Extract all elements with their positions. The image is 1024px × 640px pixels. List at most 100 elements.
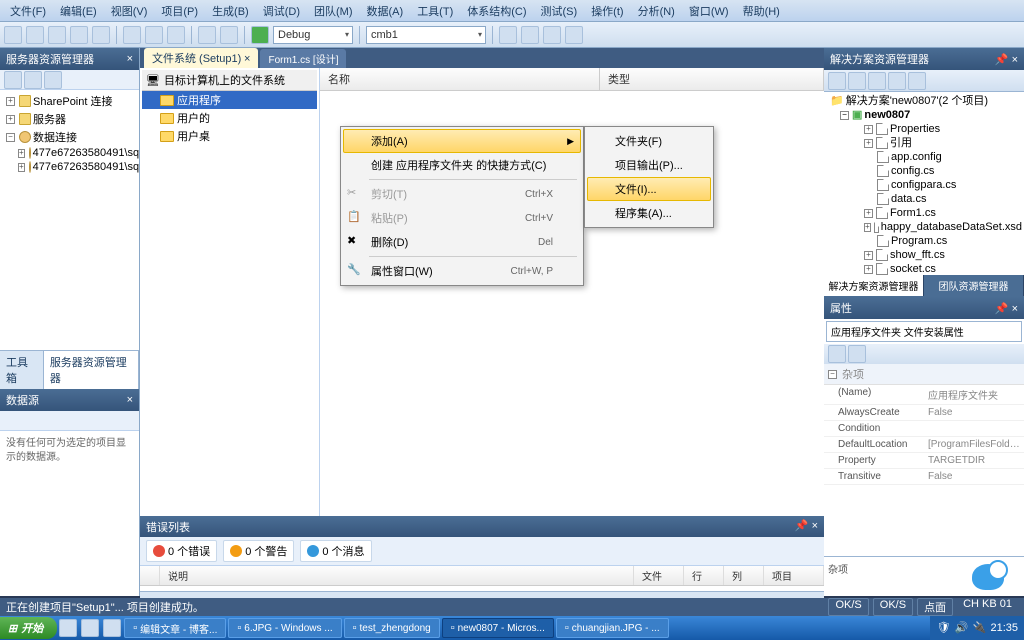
stop-icon[interactable]: [44, 71, 62, 89]
sol-file-node[interactable]: +happy_databaseDataSet.xsd: [826, 220, 1022, 234]
add-item-icon[interactable]: [26, 26, 44, 44]
menu-edit[interactable]: 编辑(E): [54, 1, 103, 21]
expander-icon[interactable]: +: [6, 97, 15, 106]
sol-file-node[interactable]: configpara.cs: [826, 178, 1022, 192]
property-row[interactable]: AlwaysCreateFalse: [824, 405, 1024, 421]
save-all-icon[interactable]: [92, 26, 110, 44]
property-row[interactable]: TransitiveFalse: [824, 469, 1024, 485]
tree-item[interactable]: +477e67263580491\sqlex: [2, 146, 137, 160]
tool-icon[interactable]: [499, 26, 517, 44]
prop-value[interactable]: [924, 421, 1024, 436]
sol-file-node[interactable]: app.config: [826, 150, 1022, 164]
expander-icon[interactable]: −: [840, 111, 849, 120]
save-icon[interactable]: [70, 26, 88, 44]
sol-file-node[interactable]: +socket.cs: [826, 262, 1022, 275]
expander-icon[interactable]: +: [864, 209, 873, 218]
tab-filesystem[interactable]: 文件系统 (Setup1) ×: [144, 48, 258, 68]
expander-icon[interactable]: −: [6, 133, 15, 142]
pin-icon[interactable]: 📌: [795, 520, 809, 532]
quicklaunch-icon[interactable]: [81, 619, 99, 637]
tool-icon[interactable]: [521, 26, 539, 44]
tree-item[interactable]: +SharePoint 连接: [2, 92, 137, 110]
quicklaunch-icon[interactable]: [103, 619, 121, 637]
cut-icon[interactable]: [123, 26, 141, 44]
taskbar-item[interactable]: ▫chuangjian.JPG - ...: [556, 618, 669, 638]
tree-item[interactable]: +服务器: [2, 110, 137, 128]
props-object-combo[interactable]: 应用程序文件夹 文件安装属性: [826, 321, 1022, 342]
col-icon[interactable]: [140, 566, 160, 585]
close-icon[interactable]: ×: [1012, 303, 1018, 315]
cm-add-file[interactable]: 文件(I)...: [587, 177, 711, 201]
sol-file-node[interactable]: +引用: [826, 136, 1022, 150]
col-file[interactable]: 文件: [634, 566, 684, 585]
paste-icon[interactable]: [167, 26, 185, 44]
close-icon[interactable]: ×: [1012, 54, 1018, 66]
toolbox-tab[interactable]: 工具箱: [0, 351, 44, 389]
col-description[interactable]: 说明: [160, 566, 634, 585]
taskbar-item[interactable]: ▫test_zhengdong: [344, 618, 440, 638]
col-type[interactable]: 类型: [600, 68, 824, 90]
prop-value[interactable]: 应用程序文件夹: [924, 385, 1024, 404]
fs-folder-user[interactable]: 用户的: [142, 109, 317, 127]
sol-file-node[interactable]: +show_fft.cs: [826, 248, 1022, 262]
platform-combo[interactable]: cmb1: [366, 26, 486, 44]
col-column[interactable]: 列: [724, 566, 764, 585]
tool-icon[interactable]: [565, 26, 583, 44]
copy-icon[interactable]: [145, 26, 163, 44]
menu-analyze[interactable]: 分析(N): [632, 1, 681, 21]
refresh-icon[interactable]: [868, 72, 886, 90]
properties-icon[interactable]: [828, 72, 846, 90]
menu-data[interactable]: 数据(A): [361, 1, 410, 21]
cm-properties[interactable]: 🔧属性窗口(W)Ctrl+W, P: [343, 259, 581, 283]
menu-window[interactable]: 窗口(W): [683, 1, 735, 21]
expander-icon[interactable]: +: [18, 149, 25, 158]
cm-add-project-output[interactable]: 项目输出(P)...: [587, 153, 711, 177]
sol-file-node[interactable]: data.cs: [826, 192, 1022, 206]
config-combo[interactable]: Debug: [273, 26, 353, 44]
start-debug-icon[interactable]: [251, 26, 269, 44]
prop-value[interactable]: [ProgramFilesFolder][M: [924, 437, 1024, 452]
col-name[interactable]: 名称: [320, 68, 600, 90]
expander-icon[interactable]: +: [864, 139, 873, 148]
solution-node[interactable]: 📁解决方案'new0807'(2 个项目): [826, 94, 1022, 108]
menu-action[interactable]: 操作(t): [585, 1, 629, 21]
sol-file-node[interactable]: Program.cs: [826, 234, 1022, 248]
tray-icon[interactable]: 🛡: [936, 621, 950, 635]
expander-icon[interactable]: +: [864, 125, 873, 134]
start-button[interactable]: ⊞开始: [0, 617, 57, 639]
cm-create-shortcut[interactable]: 创建 应用程序文件夹 的快捷方式(C): [343, 153, 581, 177]
expander-icon[interactable]: +: [6, 115, 15, 124]
team-tab[interactable]: 团队资源管理器: [924, 275, 1024, 296]
new-project-icon[interactable]: [4, 26, 22, 44]
messages-filter-button[interactable]: 0 个消息: [300, 540, 371, 562]
tab-form1[interactable]: Form1.cs [设计]: [260, 49, 346, 68]
property-row[interactable]: Condition: [824, 421, 1024, 437]
taskbar-item[interactable]: ▫new0807 - Micros...: [442, 618, 554, 638]
menu-view[interactable]: 视图(V): [105, 1, 154, 21]
categorize-icon[interactable]: [828, 345, 846, 363]
errors-filter-button[interactable]: 0 个错误: [146, 540, 217, 562]
expander-icon[interactable]: +: [864, 251, 873, 260]
expander-icon[interactable]: +: [864, 223, 871, 232]
col-project[interactable]: 项目: [764, 566, 824, 585]
view-code-icon[interactable]: [888, 72, 906, 90]
menu-test[interactable]: 测试(S): [535, 1, 584, 21]
sol-file-node[interactable]: +Properties: [826, 122, 1022, 136]
expander-icon[interactable]: −: [828, 370, 837, 379]
close-icon[interactable]: ×: [812, 520, 818, 532]
col-line[interactable]: 行: [684, 566, 724, 585]
property-row[interactable]: DefaultLocation[ProgramFilesFolder][M: [824, 437, 1024, 453]
close-icon[interactable]: ×: [127, 394, 133, 406]
clock[interactable]: 21:35: [990, 622, 1018, 634]
expander-icon[interactable]: +: [18, 163, 25, 172]
menu-tools[interactable]: 工具(T): [411, 1, 459, 21]
fs-folder-desktop[interactable]: 用户桌: [142, 127, 317, 145]
prop-value[interactable]: False: [924, 405, 1024, 420]
prop-value[interactable]: TARGETDIR: [924, 453, 1024, 468]
project-node[interactable]: −▣new0807: [826, 108, 1022, 122]
quicklaunch-icon[interactable]: [59, 619, 77, 637]
prop-value[interactable]: False: [924, 469, 1024, 484]
undo-icon[interactable]: [198, 26, 216, 44]
menu-file[interactable]: 文件(F): [4, 1, 52, 21]
sol-file-node[interactable]: config.cs: [826, 164, 1022, 178]
